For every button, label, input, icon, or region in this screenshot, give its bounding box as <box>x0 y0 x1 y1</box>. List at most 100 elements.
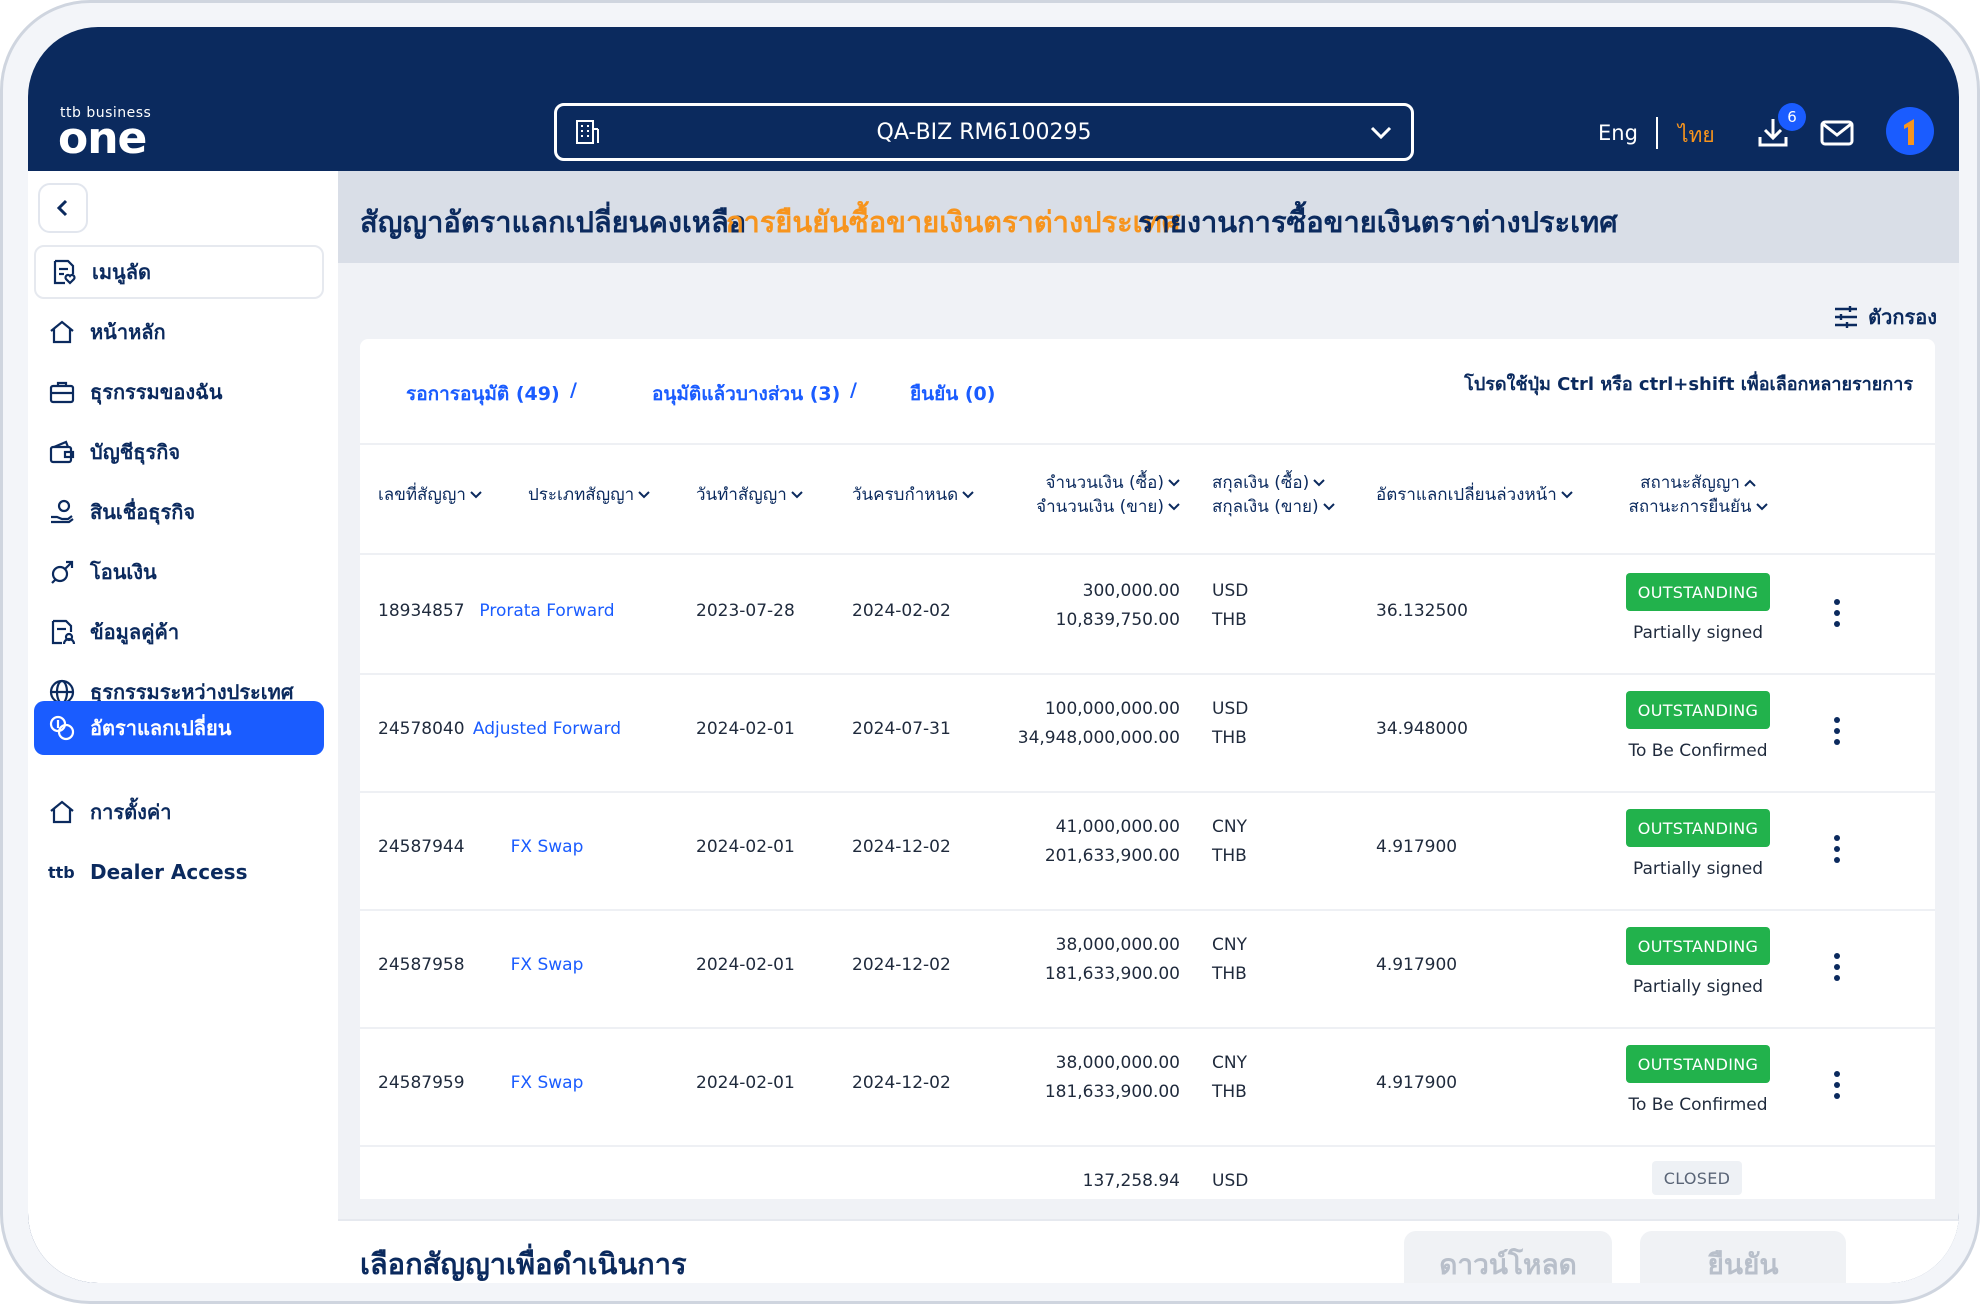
chevron-down-icon <box>1168 503 1180 511</box>
col-contract-date[interactable]: วันทำสัญญา <box>696 483 803 507</box>
contract-type-link[interactable]: FX Swap <box>472 837 622 857</box>
table-row[interactable]: 137,258.94 USD CLOSED <box>360 1145 1935 1199</box>
forward-rate: 34.948000 <box>1376 719 1468 739</box>
top-bar: ttb business one QA-BIZ RM6100295 Eng ไท… <box>28 87 1959 171</box>
amounts: 300,000.00 10,839,750.00 <box>1055 581 1180 630</box>
confirm-status: To Be Confirmed <box>1628 741 1768 761</box>
sidebar-item-business-loans[interactable]: สินเชื่อธุรกิจ <box>34 485 324 539</box>
sidebar-item-label: Dealer Access <box>90 860 248 884</box>
contract-type-link[interactable]: FX Swap <box>472 1073 622 1093</box>
lang-eng-button[interactable]: Eng <box>1598 121 1638 145</box>
confirm-button[interactable]: ยืนยัน <box>1640 1231 1846 1283</box>
subtab-partially-approved[interactable]: อนุมัติแล้วบางส่วน (3) <box>652 379 840 409</box>
status-badge: OUTSTANDING <box>1626 691 1770 729</box>
more-options-icon[interactable] <box>1832 599 1842 633</box>
tab-fx-report[interactable]: รายงานการซื้อขายเงินตราต่างประเทศ <box>1138 199 1618 245</box>
status-badge: OUTSTANDING <box>1626 1045 1770 1083</box>
sidebar-item-label: บัญชีธุรกิจ <box>90 440 181 464</box>
contract-type-link[interactable]: Adjusted Forward <box>472 719 622 739</box>
status-badge: CLOSED <box>1652 1161 1742 1195</box>
sidebar-item-transfer[interactable]: โอนเงิน <box>34 545 324 599</box>
filter-label: ตัวกรอง <box>1868 305 1937 329</box>
sidebar-item-business-accounts[interactable]: บัญชีธุรกิจ <box>34 425 324 479</box>
subtab-pending[interactable]: รอการอนุมัติ (49) <box>406 379 560 409</box>
ttb-logo-icon: ttb <box>48 862 75 882</box>
due-date: 2024-12-02 <box>852 837 951 857</box>
forward-rate: 4.917900 <box>1376 1073 1458 1093</box>
more-options-icon[interactable] <box>1832 953 1842 987</box>
more-options-icon[interactable] <box>1832 717 1842 751</box>
contract-date: 2023-07-28 <box>696 601 795 621</box>
hand-coin-icon <box>51 499 74 524</box>
footer-title: เลือกสัญญาเพื่อดำเนินการ <box>360 1247 687 1281</box>
col-amounts[interactable]: จำนวนเงิน (ซื้อ) จำนวนเงิน (ขาย) <box>1030 471 1180 519</box>
chevron-up-icon <box>1744 479 1756 487</box>
more-options-icon[interactable] <box>1832 1071 1842 1105</box>
contract-date: 2024-02-01 <box>696 1073 795 1093</box>
currencies: CNY THB <box>1212 1053 1247 1102</box>
briefcase-icon <box>49 381 75 404</box>
sidebar-item-exchange-rate[interactable]: อัตราแลกเปลี่ยน <box>34 701 324 755</box>
chevron-down-icon <box>1755 503 1768 511</box>
chevron-left-icon <box>56 199 68 217</box>
document-user-icon <box>51 619 76 645</box>
table-row[interactable]: 24578040 Adjusted Forward 2024-02-01 202… <box>360 673 1935 791</box>
avatar-figure-icon <box>1904 119 1914 145</box>
avatar[interactable] <box>1886 107 1934 155</box>
download-button[interactable]: ดาวน์โหลด <box>1404 1231 1612 1283</box>
sidebar-item-partner-info[interactable]: ข้อมูลคู่ค้า <box>34 605 324 659</box>
main-content: สัญญาอัตราแลกเปลี่ยนคงเหลือ การยืนยันซื้… <box>338 171 1959 1283</box>
contract-date: 2024-02-01 <box>696 719 795 739</box>
sidebar-item-home[interactable]: หน้าหลัก <box>34 305 324 359</box>
confirm-status: Partially signed <box>1632 977 1763 997</box>
filter-button[interactable]: ตัวกรอง <box>1832 301 1937 333</box>
filter-sliders-icon <box>1835 306 1858 328</box>
col-forward-rate[interactable]: อัตราแลกเปลี่ยนล่วงหน้า <box>1376 483 1573 507</box>
mail-icon[interactable] <box>1820 119 1854 147</box>
sidebar-collapse-button[interactable] <box>38 183 88 233</box>
amounts: 100,000,000.00 34,948,000,000.00 <box>1017 699 1180 748</box>
action-footer: เลือกสัญญาเพื่อดำเนินการ ดาวน์โหลด ยืนยั… <box>338 1219 1959 1283</box>
col-status[interactable]: สถานะสัญญา สถานะการยืนยัน <box>1606 471 1790 519</box>
chevron-down-icon <box>1322 503 1335 511</box>
table-row[interactable]: 24587959 FX Swap 2024-02-01 2024-12-02 3… <box>360 1027 1935 1145</box>
sidebar-item-label: หน้าหลัก <box>90 320 166 344</box>
lang-divider <box>1656 117 1658 149</box>
due-date: 2024-02-02 <box>852 601 951 621</box>
sidebar-item-label: การตั้งค่า <box>90 800 172 824</box>
col-currencies[interactable]: สกุลเงิน (ซื้อ) สกุลเงิน (ขาย) <box>1212 471 1335 519</box>
confirm-status: To Be Confirmed <box>1628 1095 1768 1115</box>
chevron-down-icon <box>638 491 650 499</box>
col-contract-no[interactable]: เลขที่สัญญา <box>378 483 482 507</box>
forward-rate: 4.917900 <box>1376 955 1458 975</box>
contract-type-link[interactable]: FX Swap <box>472 955 622 975</box>
brand-logo[interactable]: ttb business one <box>58 105 151 161</box>
more-options-icon[interactable] <box>1832 835 1842 869</box>
sidebar-item-dealer-access[interactable]: ttb Dealer Access <box>34 845 324 899</box>
contract-type-link[interactable]: Prorata Forward <box>472 601 622 621</box>
lang-thai-button[interactable]: ไทย <box>1678 119 1715 152</box>
tab-bar: สัญญาอัตราแลกเปลี่ยนคงเหลือ การยืนยันซื้… <box>338 171 1959 263</box>
tab-fx-confirmation[interactable]: การยืนยันซื้อขายเงินตราต่างประเทศ <box>726 199 1180 245</box>
sidebar-item-my-transactions[interactable]: ธุรกรรมของฉัน <box>34 365 324 419</box>
sidebar-item-label: สินเชื่อธุรกิจ <box>90 500 196 524</box>
table-row[interactable]: 24587958 FX Swap 2024-02-01 2024-12-02 3… <box>360 909 1935 1027</box>
contract-no: 24578040 <box>378 719 465 739</box>
sidebar-item-shortcuts[interactable]: เมนูลัด <box>34 245 324 299</box>
tab-outstanding-contracts[interactable]: สัญญาอัตราแลกเปลี่ยนคงเหลือ <box>360 199 746 245</box>
chevron-down-icon <box>791 491 803 499</box>
contract-date: 2024-02-01 <box>696 837 795 857</box>
table-row[interactable]: 24587944 FX Swap 2024-02-01 2024-12-02 4… <box>360 791 1935 909</box>
col-due-date[interactable]: วันครบกำหนด <box>852 483 974 507</box>
contract-no: 18934857 <box>378 601 465 621</box>
subtab-confirmed[interactable]: ยืนยัน (0) <box>910 379 995 409</box>
sidebar-item-label: อัตราแลกเปลี่ยน <box>90 716 232 740</box>
table-row[interactable]: 18934857 Prorata Forward 2023-07-28 2024… <box>360 555 1935 673</box>
forward-rate: 4.917900 <box>1376 837 1458 857</box>
col-contract-type[interactable]: ประเภทสัญญา <box>528 483 650 507</box>
sidebar-item-settings[interactable]: การตั้งค่า <box>34 785 324 839</box>
currencies: USD THB <box>1212 581 1249 630</box>
sidebar-item-label: ธุรกรรมของฉัน <box>90 380 223 404</box>
transfer-coin-icon <box>51 560 74 584</box>
account-select[interactable]: QA-BIZ RM6100295 <box>554 103 1414 161</box>
